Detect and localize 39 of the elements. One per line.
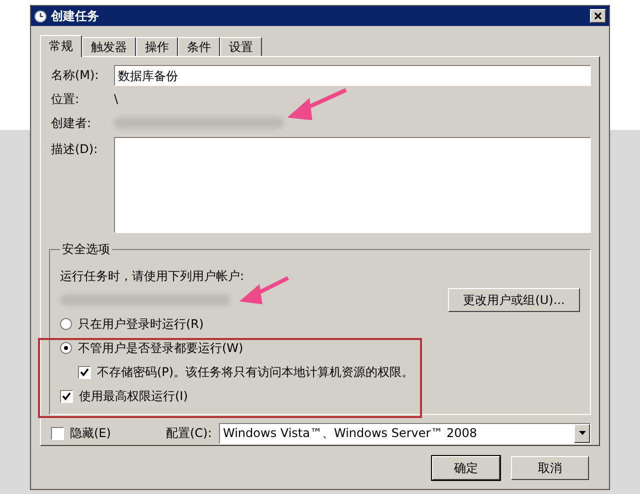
- field-label: 创建者:: [51, 114, 92, 132]
- description-field[interactable]: [114, 137, 591, 233]
- window-title: 创建任务: [51, 8, 100, 24]
- tab[interactable]: 常规: [40, 35, 82, 57]
- option-label: 只在用户登录时运行(R): [78, 316, 204, 332]
- clock-icon: [34, 10, 47, 22]
- option-label: 使用最高权限运行(I): [79, 388, 188, 404]
- tab[interactable]: 操作: [136, 37, 178, 56]
- radio-button[interactable]: [60, 318, 72, 330]
- option-label: 不存储密码(P)。该任务将只有访问本地计算机资源的权限。: [97, 364, 414, 380]
- ok-button[interactable]: 确定: [432, 456, 500, 480]
- checkbox[interactable]: [51, 426, 64, 440]
- group-title: 安全选项: [61, 241, 111, 258]
- account-label: 运行任务时，请使用下列用户帐户:: [60, 268, 244, 284]
- name-field[interactable]: 数据库备份: [114, 64, 591, 86]
- tab[interactable]: 触发器: [82, 37, 136, 56]
- close-icon: [594, 12, 602, 20]
- field-label: 配置(C):: [166, 424, 213, 442]
- check-icon: [62, 392, 71, 400]
- checkbox[interactable]: [60, 390, 73, 402]
- option-label: 不管用户是否登录都要运行(W): [78, 340, 244, 356]
- change-user-button[interactable]: 更改用户或组(U)...: [448, 288, 580, 312]
- radio-button[interactable]: [60, 342, 72, 354]
- dropdown-button[interactable]: [574, 424, 590, 442]
- option-label: 隐藏(E): [70, 424, 111, 442]
- caret-icon: [578, 431, 586, 435]
- field-label: 名称(M):: [51, 66, 100, 84]
- check-icon: [80, 368, 89, 376]
- tab[interactable]: 设置: [220, 37, 262, 56]
- config-dropdown[interactable]: Windows Vista™、Windows Server™ 2008: [219, 422, 591, 444]
- cancel-button[interactable]: 取消: [511, 456, 589, 480]
- tab[interactable]: 条件: [178, 37, 220, 56]
- close-button[interactable]: [590, 9, 606, 23]
- pointer-arrow: [288, 88, 348, 120]
- location-value: \: [114, 92, 118, 106]
- pointer-arrow: [240, 276, 290, 306]
- field-label: 描述(D):: [51, 141, 99, 158]
- field-label: 位置:: [51, 90, 80, 108]
- checkbox[interactable]: [78, 366, 91, 378]
